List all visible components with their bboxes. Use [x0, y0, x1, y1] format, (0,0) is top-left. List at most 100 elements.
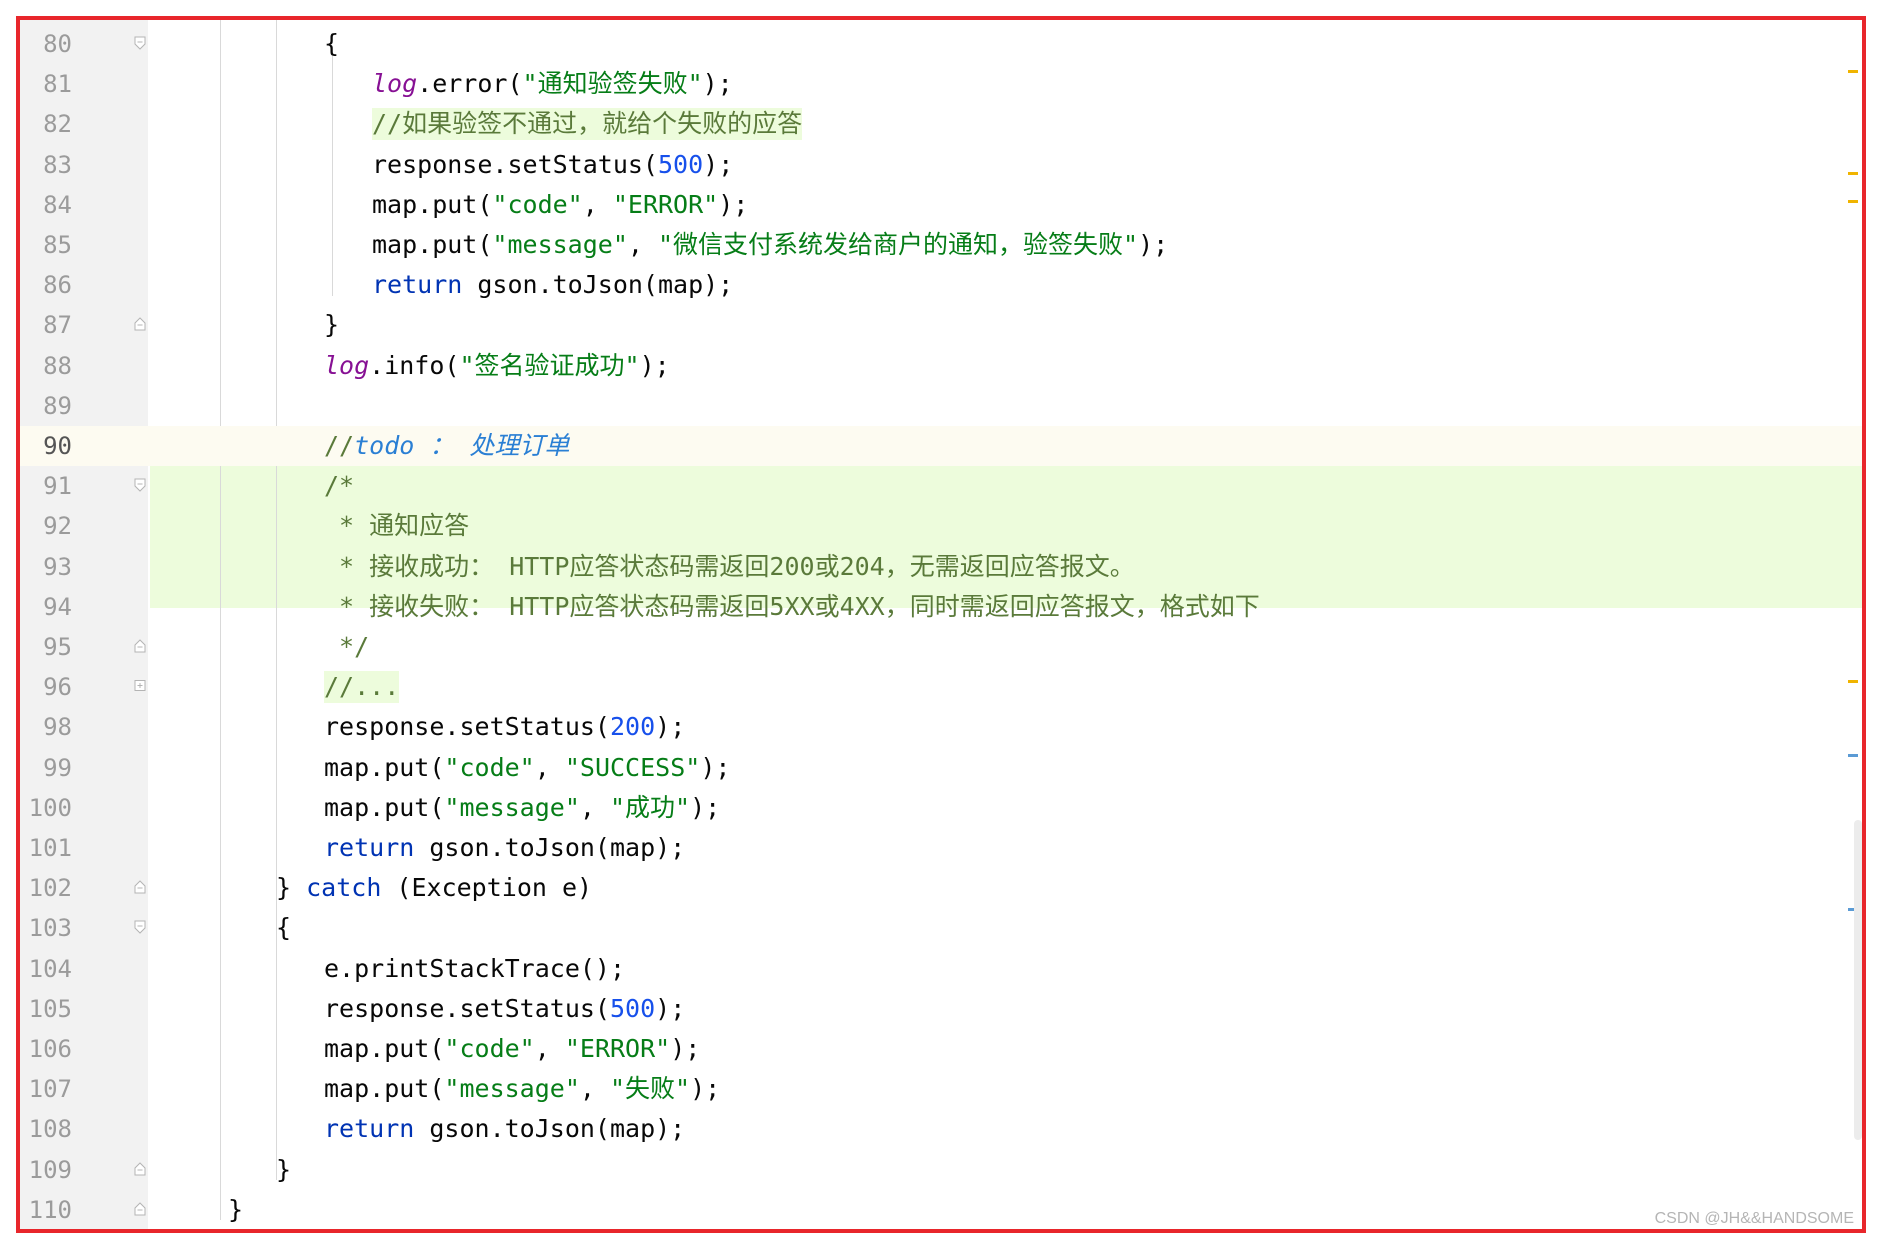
code-text[interactable]: /* [324, 470, 354, 502]
code-token: // [324, 431, 355, 460]
code-token: return [324, 1114, 415, 1144]
code-text[interactable]: } [276, 1154, 291, 1186]
vertical-scrollbar[interactable] [1854, 820, 1862, 1140]
warning-marker[interactable] [1848, 200, 1858, 203]
code-line[interactable]: 83 response.setStatus(500); [20, 145, 1862, 185]
code-token: map.put( [324, 1074, 445, 1104]
code-text[interactable]: { [324, 28, 339, 60]
code-text[interactable]: //如果验签不通过，就给个失败的应答 [372, 108, 803, 141]
fold-expand-icon[interactable] [134, 679, 146, 693]
fold-collapse-icon[interactable] [134, 478, 146, 492]
line-number: 102 [28, 874, 72, 903]
code-line[interactable]: 88 log.info("签名验证成功"); [20, 346, 1862, 386]
code-line[interactable]: 96 //... [20, 667, 1862, 707]
fold-collapse-icon[interactable] [134, 880, 146, 894]
code-text[interactable]: map.put("code", "SUCCESS"); [324, 752, 730, 784]
code-token: response.setStatus( [324, 993, 610, 1023]
fold-collapse-icon[interactable] [134, 1161, 146, 1176]
code-text[interactable]: //todo ： 处理订单 [324, 430, 569, 462]
code-token: * 接收成功： HTTP应答状态码需返回200或204，无需返回应答报文。 [324, 551, 1135, 581]
code-text[interactable]: map.put("message", "成功"); [324, 792, 720, 824]
code-text[interactable]: * 接收失败： HTTP应答状态码需返回5XX或4XX，同时需返回应答报文，格式… [324, 591, 1260, 623]
code-line[interactable]: 91 /* [20, 466, 1862, 506]
code-line[interactable]: 105 response.setStatus(500); [20, 989, 1862, 1029]
code-token: "SUCCESS" [564, 752, 701, 782]
code-line[interactable]: 99 map.put("code", "SUCCESS"); [20, 748, 1862, 788]
code-text[interactable]: response.setStatus(500); [372, 149, 733, 181]
code-line[interactable]: 80 { [20, 24, 1862, 64]
fold-collapse-icon[interactable] [134, 317, 146, 331]
code-token: "失败" [610, 1074, 691, 1104]
line-number: 90 [43, 432, 72, 460]
fold-collapse-icon[interactable] [134, 36, 146, 50]
code-text[interactable]: * 通知应答 [324, 510, 469, 542]
code-line[interactable]: 92 * 通知应答 [20, 506, 1862, 546]
code-text[interactable]: { [276, 912, 291, 944]
code-line[interactable]: 81 log.error("通知验签失败"); [20, 64, 1862, 104]
code-text[interactable]: */ [324, 631, 369, 663]
line-number: 92 [43, 512, 72, 541]
code-text[interactable]: return gson.toJson(map); [324, 1113, 685, 1145]
code-line[interactable]: 101 return gson.toJson(map); [20, 828, 1862, 868]
line-number: 93 [43, 552, 72, 581]
line-number: 84 [43, 190, 72, 219]
code-text[interactable]: } catch (Exception e) [276, 872, 592, 904]
code-text[interactable]: return gson.toJson(map); [324, 832, 685, 864]
line-number: 83 [43, 150, 72, 179]
code-text[interactable]: } [228, 1194, 243, 1226]
code-line[interactable]: 82 //如果验签不通过，就给个失败的应答 [20, 104, 1862, 144]
code-text[interactable]: } [324, 309, 339, 341]
code-token: log [324, 350, 370, 380]
code-line[interactable]: 109} [20, 1150, 1862, 1190]
code-token: , [579, 792, 610, 822]
code-text[interactable]: e.printStackTrace(); [324, 953, 625, 985]
code-line[interactable]: 87} [20, 305, 1862, 345]
code-text[interactable]: map.put("message", "微信支付系统发给商户的通知，验签失败")… [372, 229, 1168, 261]
fold-collapse-icon[interactable] [134, 1202, 146, 1216]
line-number: 110 [28, 1195, 72, 1224]
code-line[interactable]: 86 return gson.toJson(map); [20, 265, 1862, 305]
code-line[interactable]: 84 map.put("code", "ERROR"); [20, 185, 1862, 225]
line-number: 105 [28, 994, 72, 1023]
code-text[interactable]: * 接收成功： HTTP应答状态码需返回200或204，无需返回应答报文。 [324, 551, 1135, 583]
code-line[interactable]: 100 map.put("message", "成功"); [20, 788, 1862, 828]
code-line[interactable]: 102 } catch (Exception e) [20, 868, 1862, 908]
error-stripe[interactable] [1844, 20, 1862, 1229]
code-line[interactable]: 85 map.put("message", "微信支付系统发给商户的通知，验签失败… [20, 225, 1862, 265]
code-text[interactable]: map.put("code", "ERROR"); [324, 1033, 700, 1065]
fold-collapse-icon[interactable] [134, 639, 146, 653]
code-text[interactable]: map.put("code", "ERROR"); [372, 189, 748, 221]
code-text[interactable]: response.setStatus(500); [324, 993, 685, 1025]
warning-marker[interactable] [1848, 172, 1858, 175]
code-text[interactable]: map.put("message", "失败"); [324, 1073, 720, 1105]
code-token: (Exception e) [381, 873, 593, 903]
code-text[interactable]: //... [324, 671, 400, 704]
code-line[interactable]: 107 map.put("message", "失败"); [20, 1069, 1862, 1109]
warning-marker[interactable] [1848, 70, 1858, 73]
code-line[interactable]: 89 [20, 386, 1862, 426]
code-token: map.put( [324, 792, 445, 822]
code-token: * 通知应答 [324, 511, 470, 541]
line-number: 89 [43, 391, 72, 420]
code-line[interactable]: 98 response.setStatus(200); [20, 707, 1862, 747]
code-line[interactable]: 110} [20, 1190, 1862, 1229]
code-text[interactable]: log.error("通知验签失败"); [372, 68, 733, 100]
code-text[interactable]: response.setStatus(200); [324, 711, 685, 743]
code-line[interactable]: 103 { [20, 908, 1862, 948]
line-number: 107 [28, 1075, 72, 1104]
code-line[interactable]: 93 * 接收成功： HTTP应答状态码需返回200或204，无需返回应答报文。 [20, 547, 1862, 587]
code-text[interactable]: log.info("签名验证成功"); [324, 350, 670, 382]
code-line[interactable]: 90 //todo ： 处理订单 [20, 426, 1862, 466]
code-line[interactable]: 94 * 接收失败： HTTP应答状态码需返回5XX或4XX，同时需返回应答报文… [20, 587, 1862, 627]
warning-marker[interactable] [1848, 680, 1858, 683]
info-marker[interactable] [1848, 754, 1858, 757]
code-line[interactable]: 108 return gson.toJson(map); [20, 1109, 1862, 1149]
code-token: map.put( [324, 1034, 445, 1063]
fold-collapse-icon[interactable] [134, 920, 146, 935]
code-line[interactable]: 104 e.printStackTrace(); [20, 949, 1862, 989]
code-text[interactable]: return gson.toJson(map); [372, 269, 733, 301]
code-line[interactable]: 95 */ [20, 627, 1862, 667]
code-line[interactable]: 106 map.put("code", "ERROR"); [20, 1029, 1862, 1069]
code-area[interactable]: 80{81 log.error("通知验签失败"); 82//如果验签不通过，就给个… [20, 24, 1862, 1229]
code-token: todo ： 处理订单 [354, 431, 570, 460]
